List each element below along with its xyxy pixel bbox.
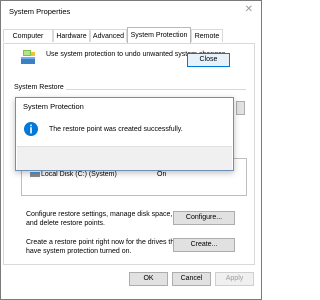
system-restore-button-partial[interactable] <box>236 101 245 115</box>
info-icon <box>24 122 38 136</box>
close-icon[interactable]: ✕ <box>245 5 253 15</box>
configure-button[interactable]: Configure... <box>173 211 235 225</box>
cancel-button[interactable]: Cancel <box>172 272 211 286</box>
system-restore-label: System Restore <box>14 84 64 91</box>
dialog-body: The restore point was created successful… <box>17 116 232 146</box>
create-text-line-1: Create a restore point right now for the… <box>26 239 181 246</box>
system-protection-icon <box>21 50 35 64</box>
section-divider <box>66 89 246 90</box>
create-text-line-2: have system protection turned on. <box>26 247 132 255</box>
apply-button[interactable]: Apply <box>215 272 254 286</box>
window-title: System Properties <box>9 7 71 16</box>
tab-hardware[interactable]: Hardware <box>53 29 90 42</box>
tab-system-protection[interactable]: System Protection <box>127 27 191 43</box>
configure-text-line-2: and delete restore points. <box>26 219 105 227</box>
system-protection-dialog: System Protection The restore point was … <box>15 97 234 171</box>
dialog-title: System Protection <box>23 102 84 111</box>
create-description: Create a restore point right now for the… <box>26 239 180 256</box>
drive-name[interactable]: Local Disk (C:) (System) <box>41 171 117 178</box>
dialog-close-button[interactable]: Close <box>187 53 230 67</box>
ok-button[interactable]: OK <box>129 272 168 286</box>
tab-advanced[interactable]: Advanced <box>90 29 127 42</box>
title-bar: System Properties ✕ <box>1 1 261 21</box>
drive-icon <box>30 172 40 177</box>
create-button[interactable]: Create... <box>173 238 235 252</box>
tab-remote[interactable]: Remote <box>191 29 223 42</box>
dialog-message: The restore point was created successful… <box>49 126 183 133</box>
dialog-footer <box>17 146 232 170</box>
drive-protection-status: On <box>157 171 167 178</box>
tab-computer-name[interactable]: Computer Name <box>3 29 53 53</box>
configure-text-line-1: Configure restore settings, manage disk … <box>26 211 173 218</box>
configure-description: Configure restore settings, manage disk … <box>26 211 172 228</box>
